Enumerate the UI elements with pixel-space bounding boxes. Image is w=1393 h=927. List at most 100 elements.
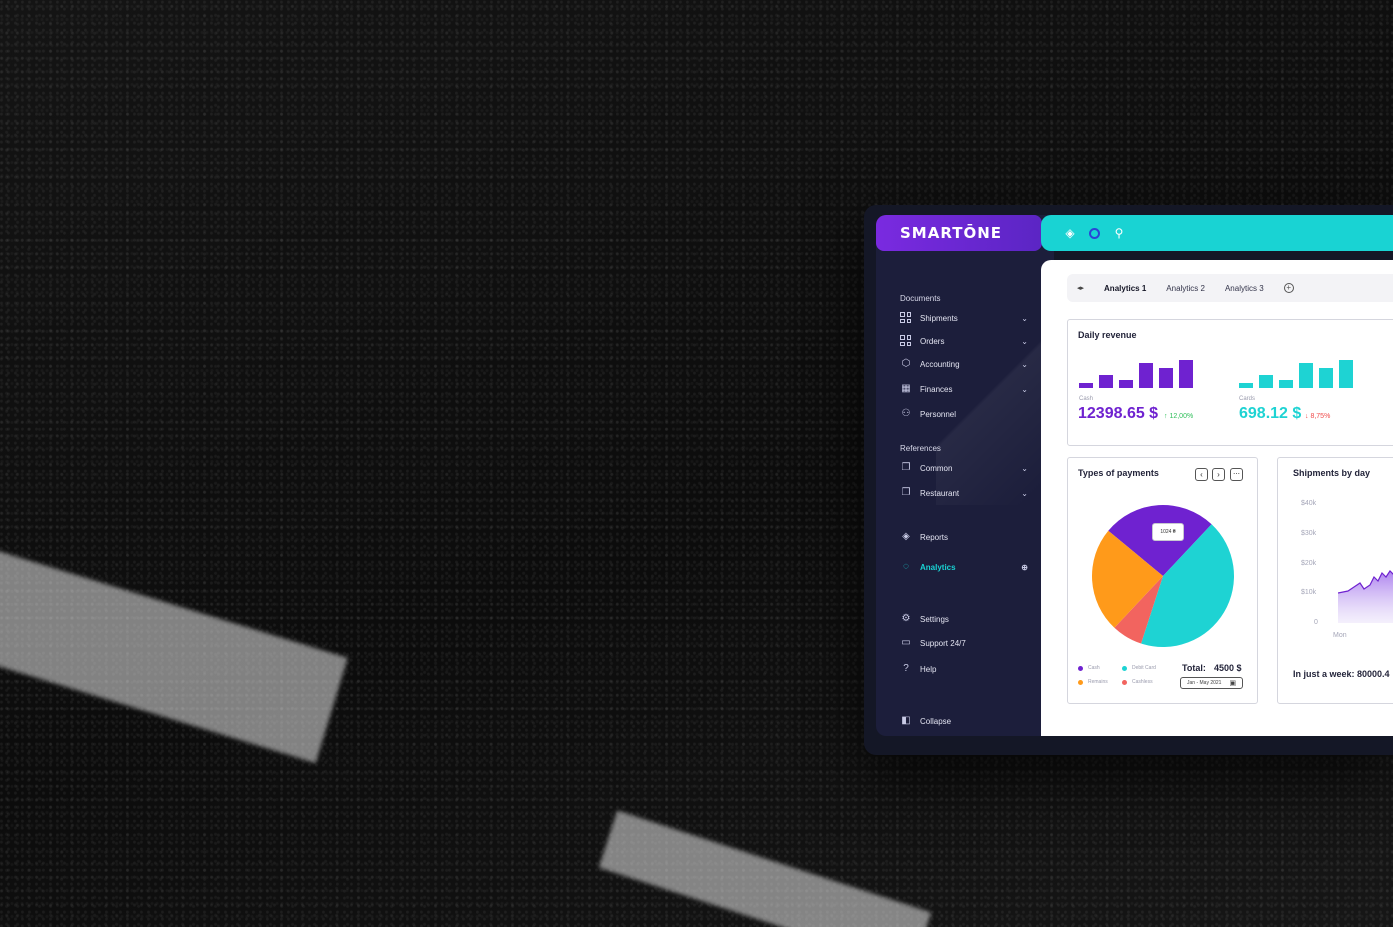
cards-bar-chart: [1239, 358, 1353, 388]
legend-cash: Cash: [1078, 665, 1100, 671]
grid-icon: [900, 312, 912, 324]
collapse-icon: ◧: [901, 715, 911, 726]
sidebar-item-label: Common: [920, 463, 953, 473]
arrow-up-icon: ↑: [1164, 413, 1168, 420]
search-icon[interactable]: ⚲: [1112, 226, 1126, 240]
tab-scroll-icon[interactable]: ◂▸: [1077, 284, 1084, 292]
cards-value: 698.12 $: [1239, 405, 1302, 422]
tab-bar: ◂▸ Analytics 1 Analytics 2 Analytics 3 +: [1067, 274, 1393, 302]
sidebar-item-restaurant[interactable]: ❐ Restaurant ⌄: [900, 485, 1028, 501]
sidebar-item-shipments[interactable]: Shipments ⌄: [900, 310, 1028, 326]
week-total: In just a week: 80000.4: [1293, 669, 1390, 679]
bar: [1239, 383, 1253, 388]
more-button[interactable]: ⋯: [1230, 468, 1243, 481]
sidebar-item-settings[interactable]: ⚙ Settings: [900, 611, 1028, 627]
users-icon: ⚇: [901, 408, 911, 419]
help-icon: ?: [903, 663, 909, 674]
add-circle-icon[interactable]: ⊕: [1021, 563, 1028, 572]
sidebar-item-label: Reports: [920, 532, 949, 542]
dashboard-window: SMARTŌNE Documents Shipments ⌄ Orders ⌄ …: [864, 205, 1393, 755]
chevron-down-icon: ⌄: [1021, 463, 1028, 473]
tab-analytics-1[interactable]: Analytics 1: [1104, 284, 1146, 293]
cash-value: 12398.65 $: [1078, 405, 1159, 422]
pie-tooltip: 1024 ₴: [1152, 523, 1184, 541]
topbar: ◈ ⚲: [1041, 215, 1393, 251]
cash-label: Cash: [1079, 396, 1094, 402]
chevron-down-icon: ⌄: [1021, 359, 1028, 369]
cards-label: Cards: [1239, 396, 1256, 402]
sidebar-item-label: Shipments: [920, 313, 958, 323]
bar: [1079, 383, 1093, 388]
card-title: Daily revenue: [1078, 330, 1137, 340]
calculator-icon: ▦: [901, 383, 911, 394]
sidebar-item-label: Orders: [920, 336, 945, 346]
road-marking-bottom: [598, 810, 932, 927]
y-tick: $40k: [1301, 500, 1317, 507]
arrow-down-icon: ↓: [1305, 413, 1309, 420]
section-documents: Documents: [900, 294, 941, 303]
bar: [1179, 360, 1193, 388]
y-tick: $20k: [1301, 560, 1317, 567]
sidebar-item-analytics[interactable]: ◌ Analytics ⊕: [900, 559, 1028, 575]
x-tick: Mon: [1333, 632, 1347, 639]
logo: SMARTŌNE: [876, 215, 1042, 251]
sidebar-item-label: Finances: [920, 384, 953, 394]
gear-icon: ⚙: [901, 613, 911, 624]
next-button[interactable]: ›: [1212, 468, 1225, 481]
book-icon: ❐: [901, 462, 911, 473]
sidebar-item-support[interactable]: ▭ Support 24/7: [900, 635, 1028, 651]
cards-delta: ↓ 8,75%: [1305, 413, 1331, 420]
bar: [1339, 360, 1353, 388]
tab-analytics-3[interactable]: Analytics 3: [1225, 284, 1264, 293]
sidebar-item-finances[interactable]: ▦ Finances ⌄: [900, 381, 1028, 397]
shipments-area-chart: [1338, 570, 1393, 623]
payments-card: Types of payments ‹ › ⋯ 1024 ₴ Cash Debi…: [1067, 457, 1258, 704]
chevron-down-icon: ⌄: [1021, 313, 1028, 323]
ring-icon: ◌: [903, 561, 909, 572]
bar: [1279, 380, 1293, 388]
book-icon: ❐: [901, 487, 911, 498]
ring-icon[interactable]: [1089, 227, 1100, 239]
total-label: Total:: [1182, 663, 1206, 673]
cube-icon: ⬡: [901, 358, 911, 369]
main-content: ◂▸ Analytics 1 Analytics 2 Analytics 3 +…: [1041, 260, 1393, 736]
sidebar-item-accounting[interactable]: ⬡ Accounting ⌄: [900, 356, 1028, 372]
calendar-icon: ▣: [1229, 680, 1237, 687]
bar: [1139, 363, 1153, 388]
daily-revenue-card: Daily revenue Cash 12398.65 $ ↑ 12,00% C…: [1067, 319, 1393, 446]
tab-analytics-2[interactable]: Analytics 2: [1166, 284, 1205, 293]
cash-delta: ↑ 12,00%: [1164, 413, 1194, 420]
sidebar-item-common[interactable]: ❐ Common ⌄: [900, 460, 1028, 476]
chevron-down-icon: ⌄: [1021, 488, 1028, 498]
sidebar-item-collapse[interactable]: ◧ Collapse: [900, 713, 1028, 729]
y-tick: $30k: [1301, 530, 1317, 537]
sidebar-item-label: Collapse: [920, 716, 952, 726]
sidebar-item-orders[interactable]: Orders ⌄: [900, 333, 1028, 349]
total-value: 4500 $: [1214, 663, 1242, 673]
sidebar-item-reports[interactable]: ◈ Reports: [900, 529, 1028, 545]
date-range-picker[interactable]: Jan - May 2021 ▣: [1180, 677, 1243, 689]
sidebar-item-personnel[interactable]: ⚇ Personnel: [900, 406, 1028, 422]
payments-pie-chart: [1092, 505, 1234, 647]
bar: [1119, 380, 1133, 388]
chevron-down-icon: ⌄: [1021, 336, 1028, 346]
bar: [1319, 368, 1333, 388]
grid-icon: [900, 335, 912, 347]
section-references: References: [900, 444, 941, 453]
chevron-down-icon: ⌄: [1021, 384, 1028, 394]
shipments-card: Shipments by day $40k $30k $20k $10k 0 M…: [1277, 457, 1393, 704]
y-tick: $10k: [1301, 589, 1317, 596]
legend-debit-card: Debit Card: [1122, 665, 1156, 671]
road-marking-left: [0, 546, 348, 764]
cash-bar-chart: [1079, 358, 1193, 388]
prev-button[interactable]: ‹: [1195, 468, 1208, 481]
add-tab-icon[interactable]: +: [1283, 283, 1294, 293]
chat-icon: ▭: [901, 637, 911, 648]
legend-cashless: Cashless: [1122, 679, 1153, 685]
bar: [1299, 363, 1313, 388]
layers-icon[interactable]: ◈: [1063, 226, 1077, 240]
legend-remains: Remains: [1078, 679, 1108, 685]
card-title: Shipments by day: [1293, 468, 1371, 478]
sidebar-item-label: Accounting: [920, 359, 960, 369]
sidebar-item-help[interactable]: ? Help: [900, 661, 1028, 677]
